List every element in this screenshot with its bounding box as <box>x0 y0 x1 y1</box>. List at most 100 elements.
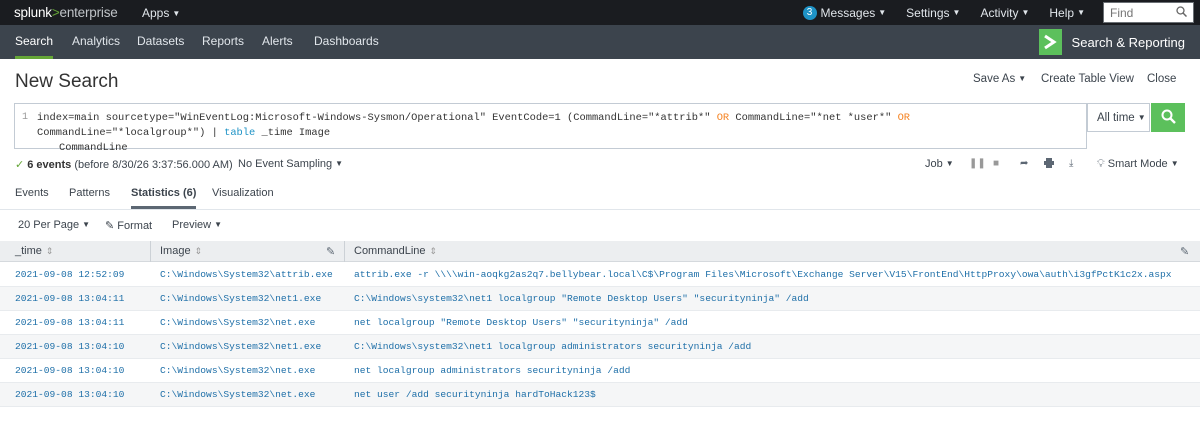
find-input[interactable] <box>1104 3 1174 22</box>
cell-commandline[interactable]: C:\Windows\system32\net1 localgroup admi… <box>354 335 751 359</box>
settings-label: Settings <box>906 5 950 20</box>
apps-menu[interactable]: Apps ▼ <box>142 6 180 20</box>
top-bar: splunk>enterprise Apps ▼ 3 Messages ▼ Sett… <box>0 0 1200 25</box>
caret-down-icon: ▼ <box>1077 8 1085 17</box>
cell-commandline[interactable]: net localgroup administrators securityni… <box>354 359 630 383</box>
cell-image[interactable]: C:\Windows\System32\net.exe <box>160 311 315 335</box>
time-range-label: All time <box>1097 112 1135 124</box>
column-divider[interactable] <box>344 241 345 262</box>
time-range-picker[interactable]: All time ▼ <box>1087 103 1150 132</box>
nav-dashboards[interactable]: Dashboards <box>314 25 379 59</box>
caret-down-icon: ▼ <box>945 159 954 168</box>
preview-dropdown[interactable]: Preview ▼ <box>172 219 222 231</box>
cell-commandline[interactable]: net user /add securityninja hardToHack12… <box>354 383 596 407</box>
caret-down-icon: ▼ <box>172 9 181 18</box>
cell-time[interactable]: 2021-09-08 13:04:10 <box>15 335 124 359</box>
cell-time[interactable]: 2021-09-08 13:04:10 <box>15 383 124 407</box>
cell-time[interactable]: 2021-09-08 13:04:10 <box>15 359 124 383</box>
nav-analytics[interactable]: Analytics <box>72 25 120 59</box>
column-label: _time <box>15 245 42 257</box>
column-header-commandline[interactable]: CommandLine ⇕ <box>354 241 437 262</box>
per-page-label: 20 Per Page <box>18 219 80 231</box>
cell-time[interactable]: 2021-09-08 12:52:09 <box>15 263 124 287</box>
messages-label: Messages <box>820 5 876 20</box>
column-divider[interactable] <box>150 241 151 262</box>
print-icon[interactable] <box>1044 158 1054 171</box>
close-button[interactable]: Close <box>1147 73 1176 85</box>
activity-menu[interactable]: Activity ▼ <box>980 6 1029 20</box>
tab-events[interactable]: Events <box>15 187 49 199</box>
sort-icon: ⇕ <box>429 246 438 256</box>
cell-commandline[interactable]: attrib.exe -r \\\\win-aoqkg2as2q7.bellyb… <box>354 263 1172 287</box>
nav-alerts[interactable]: Alerts <box>262 25 293 59</box>
search-query-editor[interactable]: 1 index=main sourcetype="WinEventLog:Mic… <box>14 103 1087 154</box>
per-page-dropdown[interactable]: 20 Per Page ▼ <box>18 219 90 231</box>
pause-icon[interactable]: ❚❚ <box>969 158 986 169</box>
event-sampling-dropdown[interactable]: No Event Sampling ▼ <box>238 158 343 170</box>
find-box <box>1103 2 1194 23</box>
caret-down-icon: ▼ <box>1170 159 1179 168</box>
search-icon[interactable] <box>1176 6 1188 20</box>
nav-search[interactable]: Search <box>15 25 54 59</box>
cell-image[interactable]: C:\Windows\System32\attrib.exe <box>160 263 333 287</box>
query-keyword-or: OR <box>716 112 730 124</box>
caret-down-icon: ▼ <box>82 220 91 229</box>
preview-label: Preview <box>172 219 212 231</box>
query-keyword-or: OR <box>897 112 911 124</box>
job-label: Job <box>925 158 943 170</box>
caret-down-icon: ▼ <box>878 8 887 17</box>
page-title: New Search <box>15 71 119 92</box>
table-row: 2021-09-08 12:52:09 C:\Windows\System32\… <box>0 263 1200 287</box>
tab-divider <box>0 209 1200 210</box>
line-number: 1 <box>22 112 29 123</box>
save-as-button[interactable]: Save As ▼ <box>973 73 1026 85</box>
app-name[interactable]: Search & Reporting <box>1038 29 1185 55</box>
apps-label: Apps <box>142 6 170 20</box>
nav-reports[interactable]: Reports <box>202 25 244 59</box>
edit-column-pencil-icon[interactable]: ✎ <box>1180 245 1189 258</box>
create-table-view-button[interactable]: Create Table View <box>1041 73 1134 85</box>
edit-column-pencil-icon[interactable]: ✎ <box>326 245 335 258</box>
stop-icon[interactable]: ■ <box>993 158 999 169</box>
cell-image[interactable]: C:\Windows\System32\net1.exe <box>160 335 321 359</box>
column-label: Image <box>160 245 191 257</box>
settings-menu[interactable]: Settings ▼ <box>906 6 960 20</box>
events-count: 6 events <box>27 159 72 171</box>
caret-down-icon: ▼ <box>952 8 961 17</box>
column-header-image[interactable]: Image ⇕ <box>160 241 202 262</box>
cell-time[interactable]: 2021-09-08 13:04:11 <box>15 287 124 311</box>
query-part-3: CommandLine="*localgroup*") | <box>37 127 218 139</box>
column-label: CommandLine <box>354 245 426 257</box>
job-menu[interactable]: Job ▼ <box>925 158 954 170</box>
checkmark-icon: ✓ <box>15 159 25 171</box>
cell-time[interactable]: 2021-09-08 13:04:11 <box>15 311 124 335</box>
tab-statistics[interactable]: Statistics (6) <box>131 187 197 209</box>
search-submit-button[interactable] <box>1151 103 1185 132</box>
caret-down-icon: ▼ <box>335 159 344 168</box>
job-status: ✓ 6 events (before 8/30/26 3:37:56.000 AM… <box>15 158 233 171</box>
cell-image[interactable]: C:\Windows\System32\net.exe <box>160 359 315 383</box>
export-icon[interactable]: ⤓ <box>1069 158 1073 169</box>
query-part-5: CommandLine <box>59 142 128 154</box>
search-mode-dropdown[interactable]: 💡︎ Smart Mode ▼ <box>1097 158 1179 171</box>
format-dropdown[interactable]: ✎ Format <box>105 219 152 232</box>
cell-image[interactable]: C:\Windows\System32\net1.exe <box>160 287 321 311</box>
cell-image[interactable]: C:\Windows\System32\net.exe <box>160 383 315 407</box>
caret-down-icon: ▼ <box>1137 113 1146 122</box>
activity-label: Activity <box>980 5 1019 20</box>
splunk-logo[interactable]: splunk>enterprise <box>14 5 118 20</box>
tab-visualization[interactable]: Visualization <box>212 187 274 199</box>
messages-menu[interactable]: 3 Messages ▼ <box>802 5 887 20</box>
query-command-table: table <box>224 127 256 139</box>
column-header-time[interactable]: _time ⇕ <box>15 241 53 262</box>
table-row: 2021-09-08 13:04:11 C:\Windows\System32\… <box>0 287 1200 311</box>
cell-commandline[interactable]: net localgroup "Remote Desktop Users" "s… <box>354 311 688 335</box>
messages-count-badge: 3 <box>802 5 817 20</box>
help-menu[interactable]: Help ▼ <box>1049 6 1085 20</box>
share-icon[interactable]: ➦ <box>1020 158 1028 169</box>
results-table-header: _time ⇕ Image ⇕ ✎ CommandLine ⇕ ✎ <box>0 241 1200 262</box>
caret-down-icon: ▼ <box>214 220 223 229</box>
nav-datasets[interactable]: Datasets <box>137 25 184 59</box>
tab-patterns[interactable]: Patterns <box>69 187 110 199</box>
cell-commandline[interactable]: C:\Windows\system32\net1 localgroup "Rem… <box>354 287 809 311</box>
